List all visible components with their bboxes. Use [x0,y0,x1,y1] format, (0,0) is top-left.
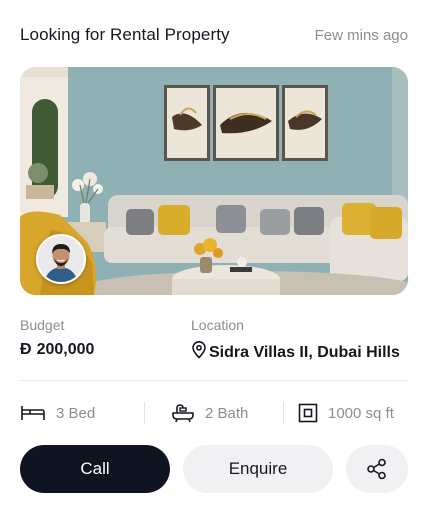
feature-area: 1000 sq ft [298,403,394,423]
listing-title: Looking for Rental Property [20,25,230,44]
beds-text: 3 Bed [56,404,96,422]
area-text: 1000 sq ft [328,404,394,422]
feature-baths: 2 Bath [171,403,283,423]
avatar-portrait [38,236,84,282]
call-button[interactable]: Call [20,445,170,493]
map-pin-icon [191,341,207,364]
listing-info: Budget Đ 200,000 Location Sidra Villas I… [20,317,408,363]
location-value-row[interactable]: Sidra Villas II, Dubai Hills [191,341,400,364]
location-section: Location Sidra Villas II, Dubai Hills [191,317,400,364]
feature-separator [144,402,145,424]
card-header: Looking for Rental Property Few mins ago [20,22,408,48]
location-label: Location [191,317,244,333]
baths-text: 2 Bath [205,404,249,422]
feature-beds: 3 Bed [20,404,144,422]
budget-label: Budget [20,317,65,333]
feature-separator [283,402,284,424]
enquire-button[interactable]: Enquire [183,445,333,493]
action-bar: Call Enquire [20,445,408,493]
bathtub-icon [172,404,194,423]
agent-avatar[interactable] [36,234,86,284]
budget-amount: 200,000 [36,341,95,358]
budget-section: Budget Đ 200,000 [20,317,94,359]
bed-icon [21,406,45,420]
rental-listing-card: Looking for Rental Property Few mins ago [0,0,428,512]
posted-time: Few mins ago [314,26,408,44]
location-text: Sidra Villas II, Dubai Hills [209,343,400,361]
property-features: 3 Bed 2 Bath 1000 sq ft [20,399,408,427]
share-button[interactable] [346,445,408,493]
share-icon [367,458,386,480]
dirham-currency-icon: Đ [20,341,32,358]
budget-value-row: Đ 200,000 [20,341,94,359]
area-icon [298,403,318,423]
section-divider [20,380,408,381]
